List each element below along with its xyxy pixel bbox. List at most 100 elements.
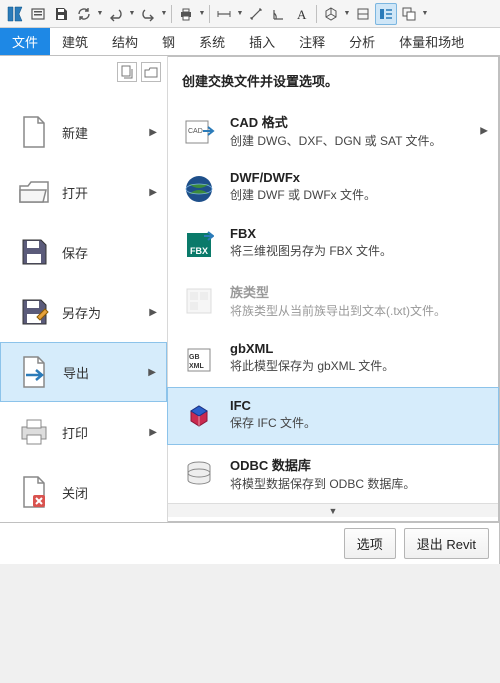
submenu-arrow-icon: ▶ xyxy=(149,127,157,138)
menu-label: 关闭 xyxy=(62,483,88,502)
family-types-icon xyxy=(182,284,216,318)
cad-format-icon: CAD xyxy=(182,114,216,148)
dropdown-arrow-icon[interactable]: ▼ xyxy=(343,10,351,17)
ifc-icon xyxy=(182,400,216,434)
section-icon[interactable] xyxy=(352,3,374,25)
save-disk-icon xyxy=(18,234,50,270)
item-desc: 将三维视图另存为 FBX 文件。 xyxy=(230,243,470,260)
item-title: gbXML xyxy=(230,341,470,356)
tab-structure[interactable]: 结构 xyxy=(100,28,150,55)
item-title: ODBC 数据库 xyxy=(230,455,470,474)
item-desc: 将族类型从当前族导出到文本(.txt)文件。 xyxy=(230,303,470,320)
menu-item-close[interactable]: 关闭 xyxy=(0,462,167,522)
submenu-arrow-icon: ▶ xyxy=(149,307,157,318)
export-item-family-types: 族类型 将族类型从当前族导出到文本(.txt)文件。 xyxy=(168,272,498,330)
dwf-globe-icon xyxy=(182,172,216,206)
menu-label: 保存 xyxy=(62,243,88,262)
tab-systems[interactable]: 系统 xyxy=(187,28,237,55)
dimension-angular-icon[interactable] xyxy=(268,3,290,25)
item-title: IFC xyxy=(230,398,470,413)
export-icon xyxy=(19,354,51,390)
tab-insert[interactable]: 插入 xyxy=(237,28,287,55)
fbx-icon: FBX xyxy=(182,228,216,262)
menu-label: 新建 xyxy=(62,123,88,142)
tab-analyze[interactable]: 分析 xyxy=(337,28,387,55)
redo-icon[interactable] xyxy=(137,3,159,25)
dropdown-arrow-icon[interactable]: ▼ xyxy=(236,10,244,17)
open-folder-icon xyxy=(18,174,50,210)
export-item-cad[interactable]: CAD CAD 格式 创建 DWG、DXF、DGN 或 SAT 文件。 ▶ xyxy=(168,102,498,160)
thin-lines-icon[interactable] xyxy=(375,3,397,25)
save-icon[interactable] xyxy=(50,3,72,25)
item-title: FBX xyxy=(230,226,470,241)
new-file-icon xyxy=(18,114,50,150)
export-item-ifc[interactable]: IFC 保存 IFC 文件。 xyxy=(167,387,499,445)
ribbon-tabs: 文件 建筑 结构 钢 系统 插入 注释 分析 体量和场地 xyxy=(0,28,500,56)
tab-massing[interactable]: 体量和场地 xyxy=(387,28,476,55)
text-icon[interactable]: A xyxy=(291,3,313,25)
export-item-fbx[interactable]: FBX FBX 将三维视图另存为 FBX 文件。 xyxy=(168,216,498,272)
submenu-arrow-icon: ▶ xyxy=(148,367,156,378)
close-file-icon xyxy=(18,474,50,510)
menu-item-new[interactable]: 新建 ▶ xyxy=(0,102,167,162)
quick-access-toolbar: ▼ ▼ ▼ ▼ ▼ A ▼ ▼ xyxy=(0,0,500,28)
menu-label: 另存为 xyxy=(62,303,101,322)
undo-icon[interactable] xyxy=(105,3,127,25)
dropdown-arrow-icon[interactable]: ▼ xyxy=(128,10,136,17)
svg-text:A: A xyxy=(297,7,307,22)
gbxml-icon: GBXML xyxy=(182,343,216,377)
dropdown-arrow-icon[interactable]: ▼ xyxy=(198,10,206,17)
submenu-arrow-icon: ▶ xyxy=(149,187,157,198)
item-title: 族类型 xyxy=(230,282,470,301)
app-logo-icon[interactable] xyxy=(4,3,26,25)
svg-text:CAD: CAD xyxy=(188,128,203,135)
dropdown-arrow-icon[interactable]: ▼ xyxy=(421,10,429,17)
tab-annotate[interactable]: 注释 xyxy=(287,28,337,55)
application-menu: 新建 ▶ 打开 ▶ 保存 xyxy=(0,56,500,564)
item-desc: 创建 DWF 或 DWFx 文件。 xyxy=(230,187,470,204)
tab-steel[interactable]: 钢 xyxy=(150,28,187,55)
default-3d-view-icon[interactable] xyxy=(320,3,342,25)
submenu-arrow-icon: ▶ xyxy=(480,126,488,137)
close-hidden-icon[interactable] xyxy=(398,3,420,25)
export-item-dwf[interactable]: DWF/DWFx 创建 DWF 或 DWFx 文件。 xyxy=(168,160,498,216)
dropdown-arrow-icon[interactable]: ▼ xyxy=(96,10,104,17)
export-submenu: 创建交换文件并设置选项。 CAD CAD 格式 创建 DWG、DXF、DGN 或… xyxy=(168,56,499,522)
submenu-arrow-icon: ▶ xyxy=(149,427,157,438)
open-icon[interactable] xyxy=(27,3,49,25)
options-button[interactable]: 选项 xyxy=(344,528,396,559)
menu-footer: 选项 退出 Revit xyxy=(0,522,499,564)
item-desc: 将模型数据保存到 ODBC 数据库。 xyxy=(230,476,470,493)
dimension-aligned-icon[interactable] xyxy=(245,3,267,25)
export-item-odbc[interactable]: ODBC 数据库 将模型数据保存到 ODBC 数据库。 xyxy=(168,445,498,503)
item-title: CAD 格式 xyxy=(230,112,470,131)
menu-item-save[interactable]: 保存 xyxy=(0,222,167,282)
tab-file[interactable]: 文件 xyxy=(0,28,50,55)
dropdown-arrow-icon[interactable]: ▼ xyxy=(160,10,168,17)
odbc-database-icon xyxy=(182,457,216,491)
measure-icon[interactable] xyxy=(213,3,235,25)
menu-item-print[interactable]: 打印 ▶ xyxy=(0,402,167,462)
saveas-disk-icon xyxy=(18,294,50,330)
item-desc: 创建 DWG、DXF、DGN 或 SAT 文件。 xyxy=(230,133,470,150)
exit-button[interactable]: 退出 Revit xyxy=(404,528,489,559)
menu-label: 打印 xyxy=(62,423,88,442)
export-item-gbxml[interactable]: GBXML gbXML 将此模型保存为 gbXML 文件。 xyxy=(168,331,498,387)
submenu-header: 创建交换文件并设置选项。 xyxy=(168,65,498,102)
menu-item-export[interactable]: 导出 ▶ xyxy=(0,342,167,402)
item-desc: 保存 IFC 文件。 xyxy=(230,415,470,432)
menu-label: 导出 xyxy=(63,363,89,382)
svg-text:FBX: FBX xyxy=(190,246,208,256)
print-icon[interactable] xyxy=(175,3,197,25)
sync-icon[interactable] xyxy=(73,3,95,25)
scroll-down-indicator[interactable]: ▼ xyxy=(168,503,498,517)
tab-architecture[interactable]: 建筑 xyxy=(50,28,100,55)
menu-label: 打开 xyxy=(62,183,88,202)
menu-item-open[interactable]: 打开 ▶ xyxy=(0,162,167,222)
menu-left-column: 新建 ▶ 打开 ▶ 保存 xyxy=(0,56,168,522)
recent-documents-icon[interactable] xyxy=(117,62,137,82)
svg-text:GB: GB xyxy=(189,354,200,361)
menu-item-saveas[interactable]: 另存为 ▶ xyxy=(0,282,167,342)
item-title: DWF/DWFx xyxy=(230,170,470,185)
open-documents-icon[interactable] xyxy=(141,62,161,82)
